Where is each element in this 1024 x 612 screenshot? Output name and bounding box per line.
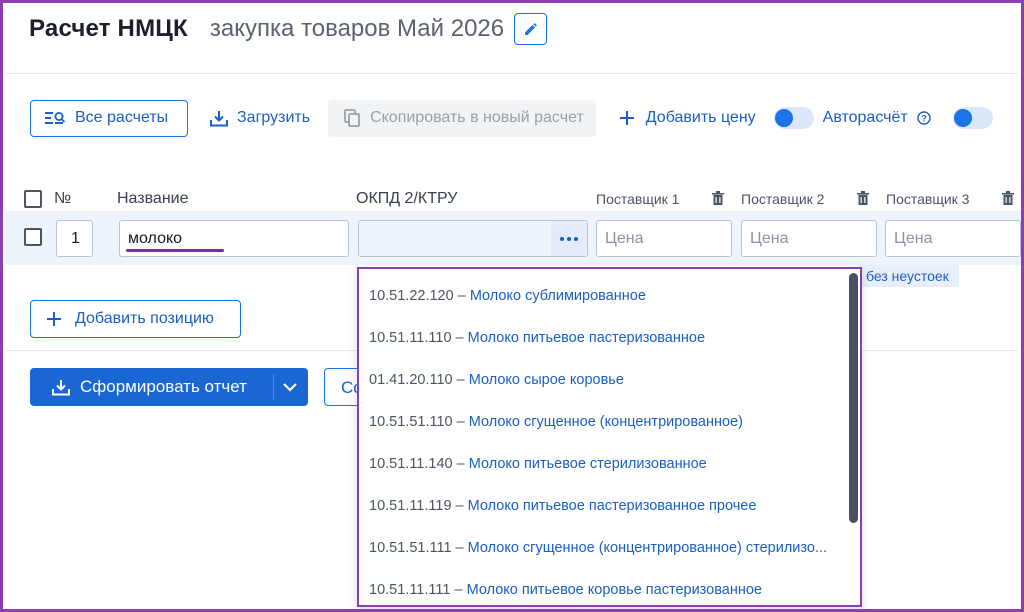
okpd-label: Молоко питьевое стерилизованное	[468, 456, 707, 472]
okpd-code: 10.51.22.120	[369, 288, 454, 304]
row-number-field[interactable]: 1	[56, 220, 93, 257]
item-name-input[interactable]: молоко	[119, 220, 349, 257]
page-header: Расчет НМЦК закупка товаров Май 2026	[29, 11, 548, 47]
item-separator: –	[454, 582, 463, 598]
list-item[interactable]: 10.51.11.111 – Молоко питьевое коровье п…	[369, 582, 762, 598]
supplier-3-price-input[interactable]: Цена	[885, 220, 1021, 257]
add-position-button[interactable]: Добавить позицию	[30, 300, 241, 338]
okpd-code: 01.41.20.110	[369, 372, 453, 388]
list-item[interactable]: 10.51.51.111 – Молоко сгущенное (концент…	[369, 540, 827, 556]
column-name: Название	[117, 190, 189, 207]
okpd-code: 10.51.11.111	[369, 582, 451, 598]
trash-icon[interactable]	[712, 191, 724, 205]
no-penalties-hint: без неустоек	[858, 265, 959, 287]
okpd-code: 10.51.11.110	[369, 330, 452, 346]
list-item[interactable]: 10.51.11.110 – Молоко питьевое пастеризо…	[369, 330, 705, 346]
autocalc-label: Авторасчёт	[822, 109, 908, 126]
plus-icon	[47, 312, 61, 326]
trash-icon[interactable]	[857, 191, 869, 205]
all-calculations-label: Все расчеты	[75, 109, 169, 126]
list-item[interactable]: 01.41.20.110 – Молоко сырое коровье	[369, 372, 624, 388]
copy-to-new-label: Скопировать в новый расчет	[370, 109, 584, 126]
table-header: № Название ОКПД 2/КТРУ Поставщик 1 Поста…	[3, 187, 1021, 211]
okpd-code: 10.51.51.110	[369, 414, 453, 430]
all-calculations-button[interactable]: Все расчеты	[30, 99, 188, 137]
okpd-suggestions-dropdown: 10.51.22.120 – Молоко сублимированное 10…	[357, 267, 862, 607]
download-icon	[210, 110, 228, 126]
item-separator: –	[456, 372, 465, 388]
okpd-label: Молоко сгущенное (концентрированное)	[468, 414, 743, 430]
item-separator: –	[456, 456, 465, 472]
supplier-1-price-input[interactable]: Цена	[596, 220, 732, 257]
page-title: Расчет НМЦК	[29, 15, 188, 42]
autocalc-toggle[interactable]	[773, 107, 814, 129]
item-separator: –	[455, 498, 464, 514]
text-underline	[126, 249, 224, 252]
download-icon	[52, 379, 70, 395]
no-penalties-label: без неустоек	[866, 268, 949, 284]
item-separator: –	[455, 540, 464, 556]
trash-icon[interactable]	[1002, 191, 1014, 205]
second-toggle[interactable]	[952, 107, 993, 129]
okpd-more-button[interactable]	[551, 221, 587, 256]
header-divider	[6, 73, 1018, 74]
column-supplier-1: Поставщик 1	[596, 191, 680, 207]
edit-name-button[interactable]	[514, 13, 548, 45]
okpd-code: 10.51.11.140	[369, 456, 453, 472]
app-window: Расчет НМЦК закупка товаров Май 2026 Все…	[0, 0, 1024, 612]
list-search-icon	[45, 112, 65, 124]
upload-button[interactable]: Загрузить	[210, 109, 310, 127]
okpd-label: Молоко питьевое пастеризованное	[467, 330, 706, 346]
item-separator: –	[457, 288, 466, 304]
calculation-name: закупка товаров Май 2026	[209, 15, 505, 42]
okpd-label: Молоко питьевое пастеризованное прочее	[467, 498, 757, 514]
upload-label: Загрузить	[237, 109, 311, 126]
row-number-value: 1	[71, 229, 80, 247]
list-item[interactable]: 10.51.11.119 – Молоко питьевое пастеризо…	[369, 498, 756, 514]
dropdown-scrollbar[interactable]	[849, 273, 858, 523]
toggle-knob	[774, 109, 793, 127]
add-price-button[interactable]: Добавить цену	[619, 109, 756, 127]
list-item[interactable]: 10.51.22.120 – Молоко сублимированное	[369, 288, 646, 304]
svg-text:?: ?	[921, 114, 927, 124]
pencil-icon	[524, 23, 537, 35]
okpd-code: 10.51.51.111	[369, 540, 452, 556]
okpd-label: Молоко сгущенное (концентрированное) сте…	[467, 540, 828, 556]
chevron-down-icon[interactable]	[283, 383, 297, 392]
column-okpd: ОКПД 2/КТРУ	[356, 190, 458, 207]
price-placeholder: Цена	[750, 229, 789, 247]
toggle-knob-2	[953, 109, 972, 127]
price-placeholder: Цена	[605, 229, 644, 247]
okpd-input[interactable]	[358, 220, 588, 257]
table-row: 1 молоко Цена Цена Цена	[6, 211, 1021, 265]
column-supplier-2: Поставщик 2	[741, 191, 825, 207]
add-position-label: Добавить позицию	[75, 310, 214, 327]
row-checkbox[interactable]	[24, 228, 42, 246]
list-item[interactable]: 10.51.51.110 – Молоко сгущенное (концент…	[369, 414, 743, 430]
toolbar: Все расчеты Загрузить Скопировать в новы…	[30, 99, 993, 137]
button-split-divider	[273, 374, 274, 400]
column-supplier-3: Поставщик 3	[886, 191, 970, 207]
item-separator: –	[455, 330, 464, 346]
plus-icon	[619, 111, 634, 125]
generate-report-button[interactable]: Сформировать отчет	[30, 368, 308, 406]
help-icon[interactable]: ?	[917, 111, 931, 125]
supplier-2-price-input[interactable]: Цена	[741, 220, 877, 257]
column-number: №	[54, 190, 72, 207]
okpd-label: Молоко питьевое коровье пастеризованное	[466, 582, 762, 598]
price-placeholder: Цена	[894, 229, 933, 247]
more-dots-icon	[560, 236, 578, 241]
item-name-value: молоко	[128, 229, 183, 247]
copy-icon	[344, 109, 360, 127]
select-all-checkbox[interactable]	[24, 190, 42, 208]
generate-report-label: Сформировать отчет	[80, 377, 247, 396]
list-item[interactable]: 10.51.11.140 – Молоко питьевое стерилизо…	[369, 456, 707, 472]
okpd-label: Молоко сублимированное	[469, 288, 646, 304]
add-price-label: Добавить цену	[645, 109, 756, 126]
item-separator: –	[456, 414, 465, 430]
copy-to-new-calculation-button[interactable]: Скопировать в новый расчет	[328, 99, 596, 137]
okpd-label: Молоко сырое коровье	[468, 372, 624, 388]
okpd-code: 10.51.11.119	[369, 498, 452, 514]
